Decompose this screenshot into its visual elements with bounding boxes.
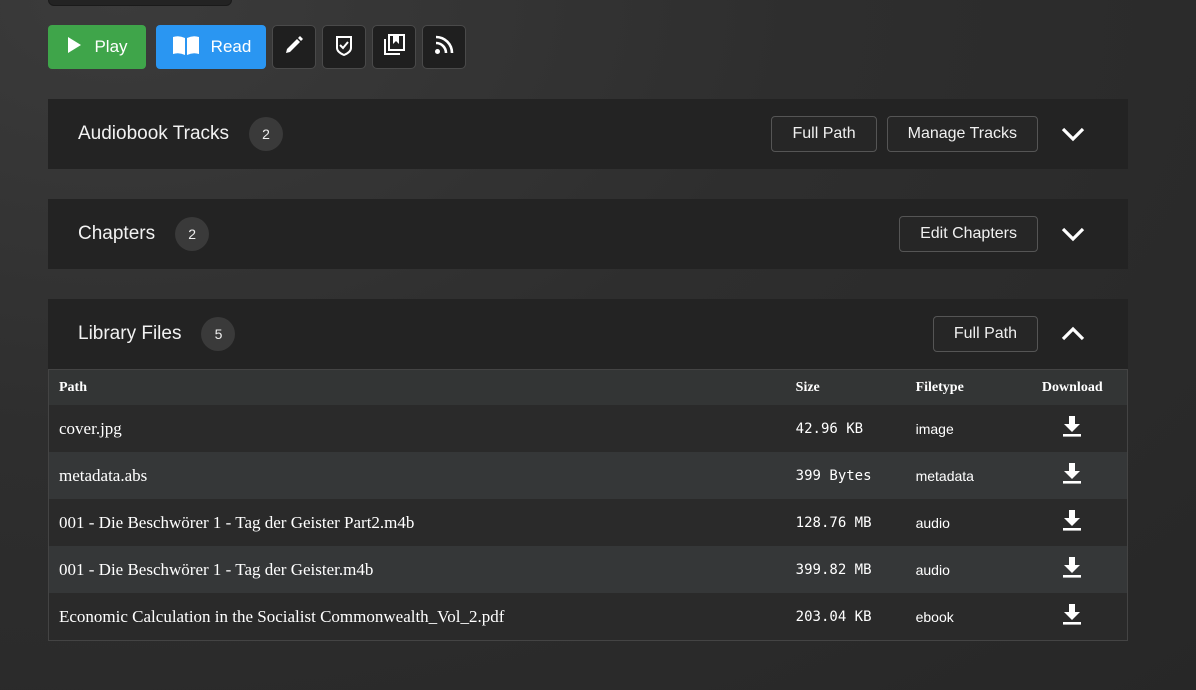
pencil-icon xyxy=(283,34,305,61)
edit-chapters-button[interactable]: Edit Chapters xyxy=(899,216,1038,252)
download-button[interactable] xyxy=(1017,593,1128,641)
download-button[interactable] xyxy=(1017,452,1128,499)
download-icon xyxy=(1061,604,1083,630)
file-type: audio xyxy=(905,546,1018,593)
full-path-button[interactable]: Full Path xyxy=(771,116,877,152)
collection-add-icon xyxy=(382,33,406,62)
table-row: metadata.abs 399 Bytes metadata xyxy=(48,452,1128,499)
play-icon xyxy=(66,36,82,59)
file-size: 128.76 MB xyxy=(785,499,906,546)
column-header-filetype: Filetype xyxy=(905,369,1018,405)
count-badge: 5 xyxy=(201,317,236,351)
manage-tracks-button[interactable]: Manage Tracks xyxy=(886,116,1038,152)
count-badge: 2 xyxy=(175,217,210,251)
file-type: image xyxy=(905,405,1018,452)
column-header-download: Download xyxy=(1017,369,1128,405)
file-path: 001 - Die Beschwörer 1 - Tag der Geister… xyxy=(48,499,786,546)
add-to-collection-button[interactable] xyxy=(372,25,416,69)
library-files-table: Path Size Filetype Download cover.jpg 42… xyxy=(48,369,1128,641)
table-header-row: Path Size Filetype Download xyxy=(48,369,1128,405)
file-size: 399 Bytes xyxy=(785,452,906,499)
badge-check-icon xyxy=(333,34,355,61)
panel-title: Library Files xyxy=(78,323,182,344)
read-button[interactable]: Read xyxy=(156,25,266,69)
file-type: audio xyxy=(905,499,1018,546)
file-type: ebook xyxy=(905,593,1018,641)
audiobook-tracks-panel: Audiobook Tracks 2 Full Path Manage Trac… xyxy=(48,99,1128,169)
mark-finished-button[interactable] xyxy=(322,25,366,69)
count-badge: 2 xyxy=(249,117,284,151)
rss-icon xyxy=(433,34,455,61)
table-row: 001 - Die Beschwörer 1 - Tag der Geister… xyxy=(48,499,1128,546)
full-path-button[interactable]: Full Path xyxy=(932,316,1038,352)
file-size: 42.96 KB xyxy=(785,405,906,452)
download-icon xyxy=(1061,557,1083,583)
chevron-up-icon[interactable] xyxy=(1060,321,1086,347)
download-button[interactable] xyxy=(1017,405,1128,452)
file-path: Economic Calculation in the Socialist Co… xyxy=(48,593,786,641)
chapters-panel: Chapters 2 Edit Chapters xyxy=(48,199,1128,269)
file-type: metadata xyxy=(905,452,1018,499)
play-label: Play xyxy=(94,37,128,56)
download-button[interactable] xyxy=(1017,499,1128,546)
file-path: metadata.abs xyxy=(48,452,786,499)
edit-button[interactable] xyxy=(272,25,316,69)
file-path: cover.jpg xyxy=(48,405,786,452)
download-icon xyxy=(1061,510,1083,536)
table-row: Economic Calculation in the Socialist Co… xyxy=(48,593,1128,641)
column-header-size: Size xyxy=(785,369,906,405)
download-button[interactable] xyxy=(1017,546,1128,593)
play-button[interactable]: Play xyxy=(48,25,146,69)
file-size: 203.04 KB xyxy=(785,593,906,641)
read-label: Read xyxy=(210,37,252,56)
book-open-icon xyxy=(171,33,201,62)
table-row: 001 - Die Beschwörer 1 - Tag der Geister… xyxy=(48,546,1128,593)
download-icon xyxy=(1061,463,1083,489)
collapsed-control xyxy=(48,0,232,6)
file-size: 399.82 MB xyxy=(785,546,906,593)
rss-feed-button[interactable] xyxy=(422,25,466,69)
chevron-down-icon[interactable] xyxy=(1060,121,1086,147)
column-header-path: Path xyxy=(48,369,786,405)
chevron-down-icon[interactable] xyxy=(1060,221,1086,247)
panel-title: Chapters xyxy=(78,223,156,244)
item-toolbar: Play Read xyxy=(48,24,466,70)
library-files-panel: Library Files 5 Full Path xyxy=(48,299,1128,369)
panel-title: Audiobook Tracks xyxy=(78,123,230,144)
file-path: 001 - Die Beschwörer 1 - Tag der Geister… xyxy=(48,546,786,593)
table-row: cover.jpg 42.96 KB image xyxy=(48,405,1128,452)
download-icon xyxy=(1061,416,1083,442)
